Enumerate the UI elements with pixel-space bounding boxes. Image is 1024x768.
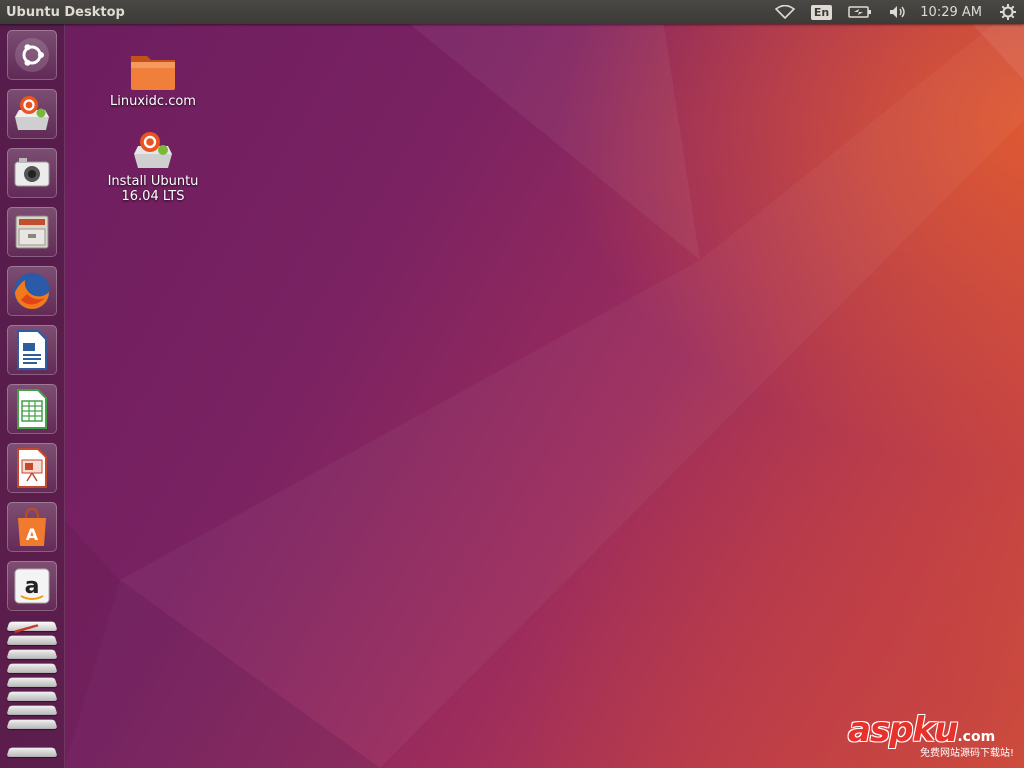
desktop-icon-install-ubuntu[interactable]: Install Ubuntu 16.04 LTS bbox=[98, 128, 208, 204]
software-bag-icon: A bbox=[18, 507, 46, 546]
watermark: aspku.com 免费网站源码下载站! bbox=[848, 710, 1018, 760]
keyboard-layout-indicator[interactable]: En bbox=[810, 4, 833, 20]
battery-icon[interactable] bbox=[848, 6, 872, 18]
launcher-item-impress[interactable] bbox=[7, 443, 57, 493]
camera-icon bbox=[14, 158, 50, 187]
launcher-item-calc[interactable] bbox=[7, 384, 57, 434]
indicator-area: En 10:29 AM bbox=[767, 0, 1024, 24]
wallpaper-facets bbox=[64, 0, 1024, 768]
launcher-item-firefox[interactable] bbox=[7, 266, 57, 316]
launcher-item-software[interactable]: A bbox=[7, 502, 57, 552]
wifi-icon[interactable] bbox=[774, 5, 795, 19]
launcher-stack-item[interactable] bbox=[6, 622, 57, 631]
volume-icon[interactable] bbox=[888, 5, 908, 19]
amazon-icon: a bbox=[14, 568, 50, 604]
launcher-stack-item[interactable] bbox=[6, 635, 58, 645]
launcher-stack-item[interactable] bbox=[6, 677, 58, 687]
launcher-item-writer[interactable] bbox=[7, 325, 57, 375]
launcher-item-amazon[interactable]: a bbox=[7, 561, 57, 611]
launcher-item-install-ubuntu[interactable] bbox=[7, 89, 57, 139]
launcher-stack-item[interactable] bbox=[6, 691, 58, 701]
impress-icon bbox=[17, 448, 47, 488]
watermark-tagline: 免费网站源码下载站! bbox=[919, 748, 1014, 759]
install-ubuntu-icon bbox=[134, 132, 172, 168]
window-title: Ubuntu Desktop bbox=[6, 4, 125, 20]
launcher-item-camera[interactable] bbox=[7, 148, 57, 198]
svg-text:a: a bbox=[25, 574, 40, 599]
install-ubuntu-icon bbox=[15, 96, 49, 130]
gear-icon[interactable] bbox=[1000, 4, 1016, 20]
launcher-stack-item[interactable] bbox=[6, 663, 58, 673]
watermark-domain: .com bbox=[957, 729, 996, 745]
desktop-background: Linuxidc.com Install Ubuntu 16.04 LTS bbox=[0, 0, 1024, 768]
desktop-icon-label: Install Ubuntu 16.04 LTS bbox=[107, 174, 199, 204]
firefox-icon bbox=[14, 273, 50, 309]
clock[interactable]: 10:29 AM bbox=[920, 5, 982, 20]
folder-icon bbox=[131, 56, 175, 90]
launcher: A a bbox=[0, 24, 65, 768]
trash-stack-item[interactable] bbox=[6, 747, 58, 757]
calc-icon bbox=[17, 389, 47, 429]
launcher-stack-item[interactable] bbox=[6, 719, 58, 729]
writer-icon bbox=[17, 330, 47, 370]
desktop-icon-folder[interactable]: Linuxidc.com bbox=[98, 50, 208, 109]
ubuntu-logo-icon bbox=[15, 38, 49, 72]
launcher-item-dash-home[interactable] bbox=[7, 30, 57, 80]
launcher-stack-item[interactable] bbox=[6, 649, 58, 659]
file-cabinet-icon bbox=[15, 215, 49, 249]
desktop-icon-label: Linuxidc.com bbox=[110, 94, 196, 109]
launcher-stack-item[interactable] bbox=[6, 705, 58, 715]
svg-text:A: A bbox=[26, 525, 39, 544]
top-panel: Ubuntu Desktop En 10:29 AM bbox=[0, 0, 1024, 24]
launcher-item-files[interactable] bbox=[7, 207, 57, 257]
